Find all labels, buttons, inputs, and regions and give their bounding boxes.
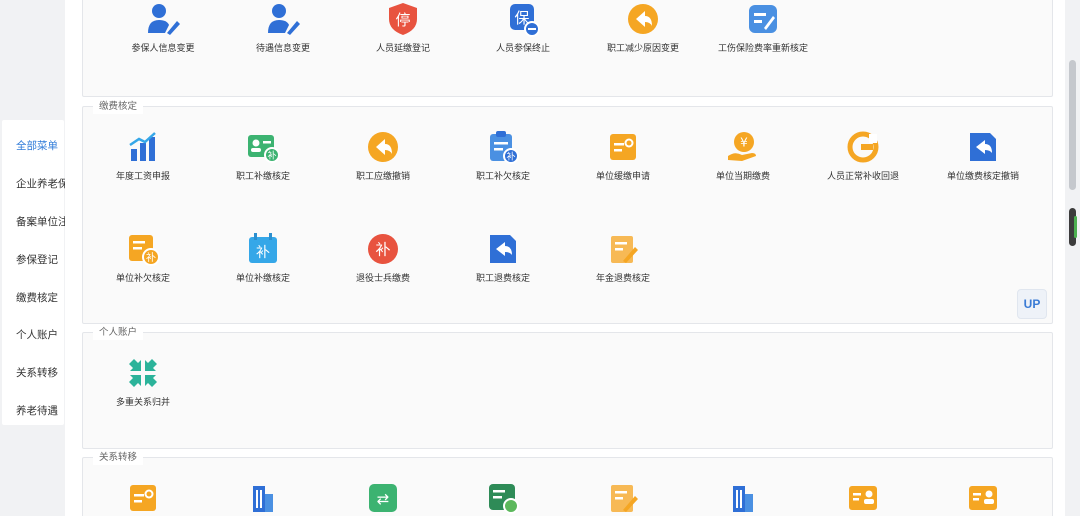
- bao-minus-icon: 保: [505, 1, 541, 37]
- tile-transfer-8[interactable]: [923, 480, 1043, 516]
- supplement-circle-icon: 补: [365, 231, 401, 267]
- sidebar: 全部菜单 企业养老保险 备案单位注册 参保登记 缴费核定 个人账户 关系转移 养…: [0, 0, 66, 516]
- user-pen-icon: [145, 1, 181, 37]
- tile-employee-due-cancellation[interactable]: 职工应缴撤销: [323, 129, 443, 182]
- user-pen-icon: [265, 1, 301, 37]
- tile-unit-supplementary-verification[interactable]: 补 单位补缴核定: [203, 231, 323, 284]
- list-supplement-icon: 补: [125, 231, 161, 267]
- svg-text:停: 停: [395, 11, 410, 29]
- scroll-position-marker: [1069, 208, 1077, 246]
- tile-unit-current-payment[interactable]: ¥ 单位当期缴费: [683, 129, 803, 182]
- transfer-icon: ⇄: [365, 480, 401, 516]
- tile-deferred-payment-registration[interactable]: 停 人员延缴登记: [343, 1, 463, 54]
- tile-employee-supplementary-verification[interactable]: 补 职工补缴核定: [203, 129, 323, 182]
- tile-annual-wage-declaration[interactable]: 年度工资申报: [83, 129, 203, 182]
- building-icon: [245, 480, 281, 516]
- sidebar-item-all-menu[interactable]: 全部菜单: [16, 138, 66, 153]
- stop-shield-icon: 停: [385, 1, 421, 37]
- tile-transfer-3[interactable]: ⇄: [323, 480, 443, 516]
- doc-return-icon: [965, 129, 1001, 165]
- building-icon: [725, 480, 761, 516]
- scroll-up-button[interactable]: UP: [1017, 289, 1047, 319]
- sidebar-item-payment-verification[interactable]: 缴费核定: [16, 290, 66, 305]
- tile-transfer-5[interactable]: [563, 480, 683, 516]
- tile-unit-arrears-verification[interactable]: 补 单位补欠核定: [83, 231, 203, 284]
- tile-benefit-info-change[interactable]: 待遇信息变更: [223, 1, 343, 54]
- tile-transfer-4[interactable]: [443, 480, 563, 516]
- doc-return-icon: [485, 231, 521, 267]
- sidebar-menu: 全部菜单 企业养老保险 备案单位注册 参保登记 缴费核定 个人账户 关系转移 养…: [2, 120, 66, 425]
- return-arrow-icon: [625, 1, 661, 37]
- tile-unit-deferral-application[interactable]: 单位缓缴申请: [563, 129, 683, 182]
- doc-edit-icon: [605, 480, 641, 516]
- doc-edit-icon: [605, 231, 641, 267]
- yuan-hand-icon: ¥: [725, 129, 761, 165]
- tile-veteran-payment[interactable]: 补 退役士兵缴费: [323, 231, 443, 284]
- svg-text:¥: ¥: [740, 136, 748, 150]
- tile-reduction-reason-change[interactable]: 职工减少原因变更: [583, 1, 703, 54]
- tile-employee-arrears-verification[interactable]: 补 职工补欠核定: [443, 129, 563, 182]
- svg-text:⇄: ⇄: [377, 490, 390, 508]
- tile-multiple-relation-merge[interactable]: 多重关系归并: [83, 355, 203, 408]
- tile-insured-info-change[interactable]: 参保人信息变更: [103, 1, 223, 54]
- svg-text:补: 补: [375, 241, 390, 259]
- sidebar-item-insurance-registration[interactable]: 参保登记: [16, 252, 66, 267]
- section-title: 关系转移: [93, 451, 144, 465]
- tile-unit-payment-verification-cancel[interactable]: 单位缴费核定撤销: [923, 129, 1043, 182]
- tile-transfer-2[interactable]: [203, 480, 323, 516]
- bar-chart-icon: [125, 129, 161, 165]
- vertical-scrollbar[interactable]: [1065, 0, 1080, 516]
- section-relationship-transfer: 关系转移 ⇄: [82, 451, 1053, 516]
- tile-transfer-1[interactable]: [83, 480, 203, 516]
- calendar-supplement-icon: 补: [245, 231, 281, 267]
- clipboard-supplement-icon: 补: [485, 129, 521, 165]
- id-card-supplement-icon: 补: [245, 129, 281, 165]
- sidebar-item-pension-benefits[interactable]: 养老待遇: [16, 403, 66, 418]
- tile-normal-collection-rollback[interactable]: 人员正常补收回退: [803, 129, 923, 182]
- section-title: 缴费核定: [93, 100, 144, 114]
- certificate-icon: [605, 129, 641, 165]
- tile-transfer-7[interactable]: [803, 480, 923, 516]
- tile-injury-rate-reverification[interactable]: 工伤保险费率重新核定: [703, 1, 823, 54]
- section-personal-account: 个人账户 多重关系归并: [82, 326, 1053, 449]
- section-title: 个人账户: [93, 326, 144, 340]
- rollback-icon: [845, 129, 881, 165]
- sidebar-item-record-registration[interactable]: 备案单位注册: [16, 214, 66, 229]
- contact-card-icon: [845, 480, 881, 516]
- section-insurance-registration: 参保人信息变更 待遇信息变更 停 人员延缴登记 保 人员参保终止 职工减少原因变…: [82, 0, 1053, 97]
- contact-card-icon: [965, 480, 1001, 516]
- main-content: 参保人信息变更 待遇信息变更 停 人员延缴登记 保 人员参保终止 职工减少原因变…: [65, 0, 1065, 516]
- scrollbar-thumb[interactable]: [1069, 60, 1076, 190]
- tile-insurance-termination[interactable]: 保 人员参保终止: [463, 1, 583, 54]
- svg-text:补: 补: [146, 251, 156, 264]
- svg-text:补: 补: [256, 245, 270, 261]
- id-check-icon: [485, 480, 521, 516]
- svg-text:补: 补: [506, 151, 515, 163]
- section-payment-verification: 缴费核定 年度工资申报 补 职工补缴核定 职工应缴撤销 补 职工补欠核定 单位缓…: [82, 100, 1053, 324]
- certificate-icon: [125, 480, 161, 516]
- svg-text:补: 补: [267, 150, 276, 162]
- return-arrow-icon: [365, 129, 401, 165]
- tile-transfer-6[interactable]: [683, 480, 803, 516]
- edit-list-icon: [745, 1, 781, 37]
- sidebar-item-personal-account[interactable]: 个人账户: [16, 327, 66, 342]
- merge-arrows-icon: [125, 355, 161, 391]
- tile-employee-refund-verification[interactable]: 职工退费核定: [443, 231, 563, 284]
- sidebar-item-enterprise-pension[interactable]: 企业养老保险: [16, 176, 66, 191]
- sidebar-item-relationship-transfer[interactable]: 关系转移: [16, 365, 66, 380]
- tile-annuity-refund-verification[interactable]: 年金退费核定: [563, 231, 683, 284]
